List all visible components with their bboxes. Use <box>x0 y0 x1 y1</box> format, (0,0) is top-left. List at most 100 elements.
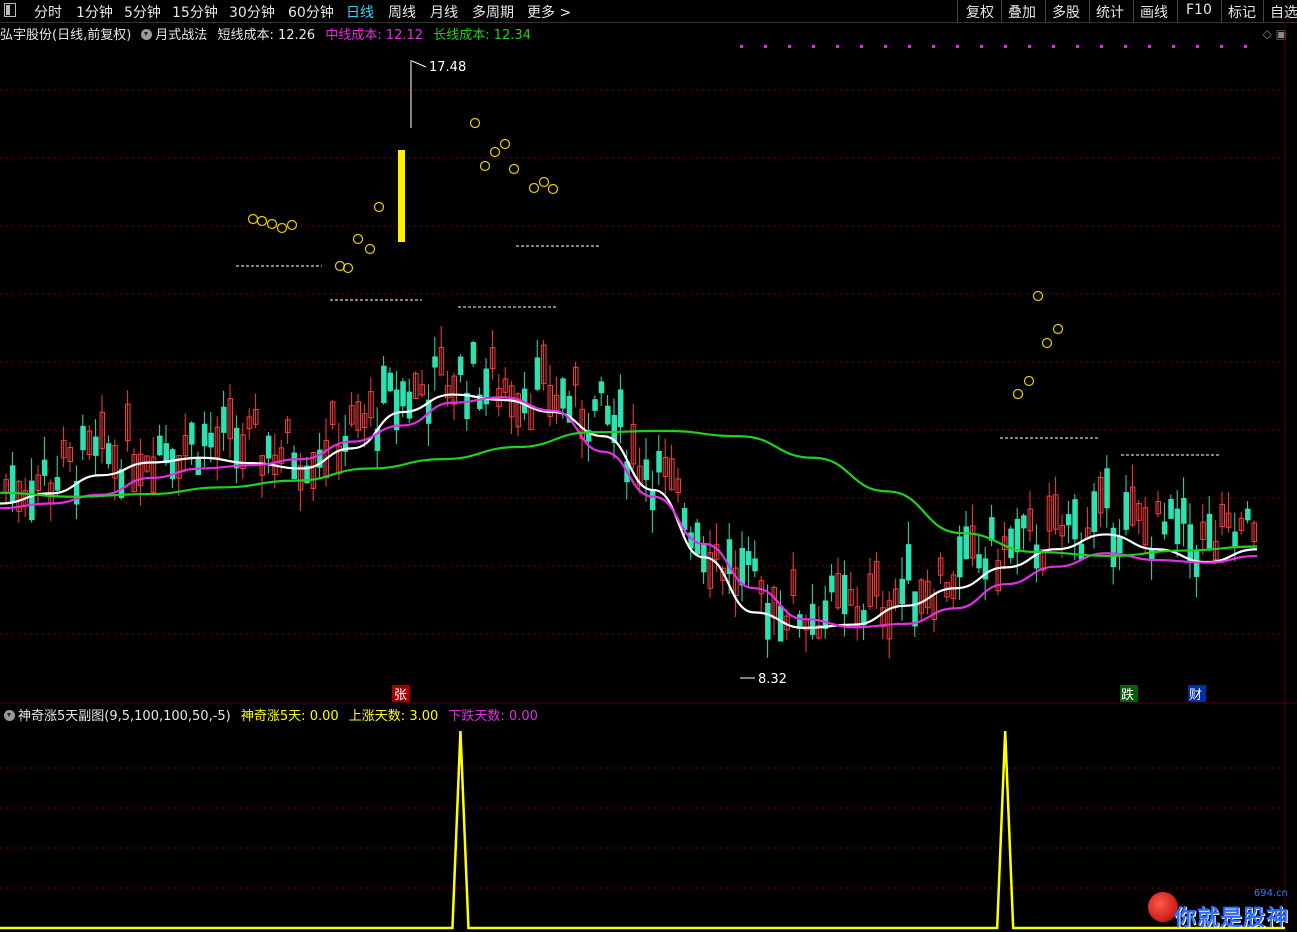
candle-body <box>976 554 982 569</box>
candle-body <box>1078 543 1085 560</box>
candle-body <box>105 443 112 465</box>
signal-dot <box>1172 45 1175 48</box>
signal-dot <box>1244 45 1247 48</box>
signal-circle <box>469 117 481 129</box>
candle-body <box>201 423 208 447</box>
signal-circle <box>1041 337 1053 349</box>
signal-circle <box>1012 388 1024 400</box>
candle-body <box>381 365 387 404</box>
signal-dot <box>764 45 767 48</box>
candle-body <box>291 452 297 480</box>
candle-body <box>406 391 413 419</box>
signal-dot <box>740 45 743 48</box>
signal-dot <box>980 45 983 48</box>
candlesticks <box>3 326 1257 659</box>
candle-body <box>1117 536 1123 554</box>
candle-body <box>387 372 393 392</box>
candle-body <box>457 356 464 376</box>
signal-circle <box>276 222 288 234</box>
candle-body <box>157 435 163 456</box>
candle-body <box>957 536 963 578</box>
signal-dot <box>860 45 863 48</box>
signal-dot <box>956 45 959 48</box>
signal-dot <box>788 45 791 48</box>
tag-down: 跌 <box>1121 687 1134 703</box>
candle-body <box>1174 508 1181 545</box>
signal-circle <box>247 213 259 225</box>
signal-dot <box>1220 45 1223 48</box>
candle-body <box>54 477 61 491</box>
candle-body <box>1168 498 1174 519</box>
candle-body <box>265 435 272 459</box>
candle-body <box>617 389 624 428</box>
candle-body <box>841 574 848 615</box>
signal-circle <box>286 219 298 231</box>
signal-dot <box>1148 45 1151 48</box>
candle-body <box>1021 515 1027 529</box>
signal-dot <box>1100 45 1103 48</box>
candle-body <box>1161 521 1168 535</box>
candle-body <box>221 406 227 433</box>
signal-circle <box>1023 375 1035 387</box>
signal-circle <box>538 176 550 188</box>
candle-body <box>899 578 905 605</box>
signal-circle <box>528 182 540 194</box>
signal-dot <box>1052 45 1055 48</box>
tag-up: 张 <box>394 688 407 703</box>
candle-body <box>560 378 566 409</box>
candle-body <box>745 551 752 566</box>
candle-body <box>1206 513 1213 549</box>
candle-body <box>41 459 48 476</box>
candle-body <box>829 575 835 593</box>
signal-dot <box>1028 45 1031 48</box>
signal-circle <box>489 146 501 158</box>
signal-dot <box>1076 45 1079 48</box>
indicator-line <box>0 730 1285 930</box>
candle-body <box>195 458 201 476</box>
candle-body <box>189 422 195 445</box>
candle-body <box>1104 468 1110 509</box>
tag-fin: 财 <box>1189 688 1202 703</box>
candle-body <box>1232 531 1238 548</box>
signal-circle <box>373 201 385 213</box>
candle-body <box>208 432 214 448</box>
signal-dot <box>884 45 887 48</box>
candle-body <box>534 357 541 390</box>
signal-circle <box>1052 323 1064 335</box>
candle-body <box>1091 491 1097 532</box>
candle-body <box>822 600 829 630</box>
candle-body <box>905 544 912 581</box>
signal-circle <box>508 163 520 175</box>
signal-circle <box>256 215 268 227</box>
signal-circle <box>266 218 278 230</box>
kline-chart[interactable]: 17.48 8.32 张 跌 财 <box>0 0 1297 932</box>
candle-body <box>93 436 99 456</box>
candle-body <box>163 443 169 464</box>
candle-body <box>656 450 662 473</box>
candle-body <box>1072 499 1078 540</box>
signal-circle <box>547 183 559 195</box>
candle-body <box>1123 492 1129 530</box>
candle-body <box>598 381 605 394</box>
candle-body <box>592 399 598 411</box>
candle-body <box>80 425 86 451</box>
signal-dot <box>1196 45 1199 48</box>
candle-body <box>29 480 35 521</box>
candle-body <box>1193 550 1200 577</box>
candle-body <box>1065 514 1072 526</box>
signal-circle <box>499 138 511 150</box>
candle-body <box>989 517 995 541</box>
signal-dot <box>812 45 815 48</box>
yellow-signal-bar <box>398 150 405 242</box>
candle-body <box>118 469 125 498</box>
candle-body <box>739 547 745 586</box>
signal-dot <box>932 45 935 48</box>
candle-body <box>1008 528 1014 559</box>
candle-body <box>393 389 400 431</box>
logo-url: 694.cn <box>1253 888 1288 899</box>
candle-body <box>777 605 784 642</box>
candle-body <box>400 381 406 407</box>
high-arrow <box>411 60 427 68</box>
candle-body <box>432 356 438 368</box>
signal-circle <box>352 233 364 245</box>
